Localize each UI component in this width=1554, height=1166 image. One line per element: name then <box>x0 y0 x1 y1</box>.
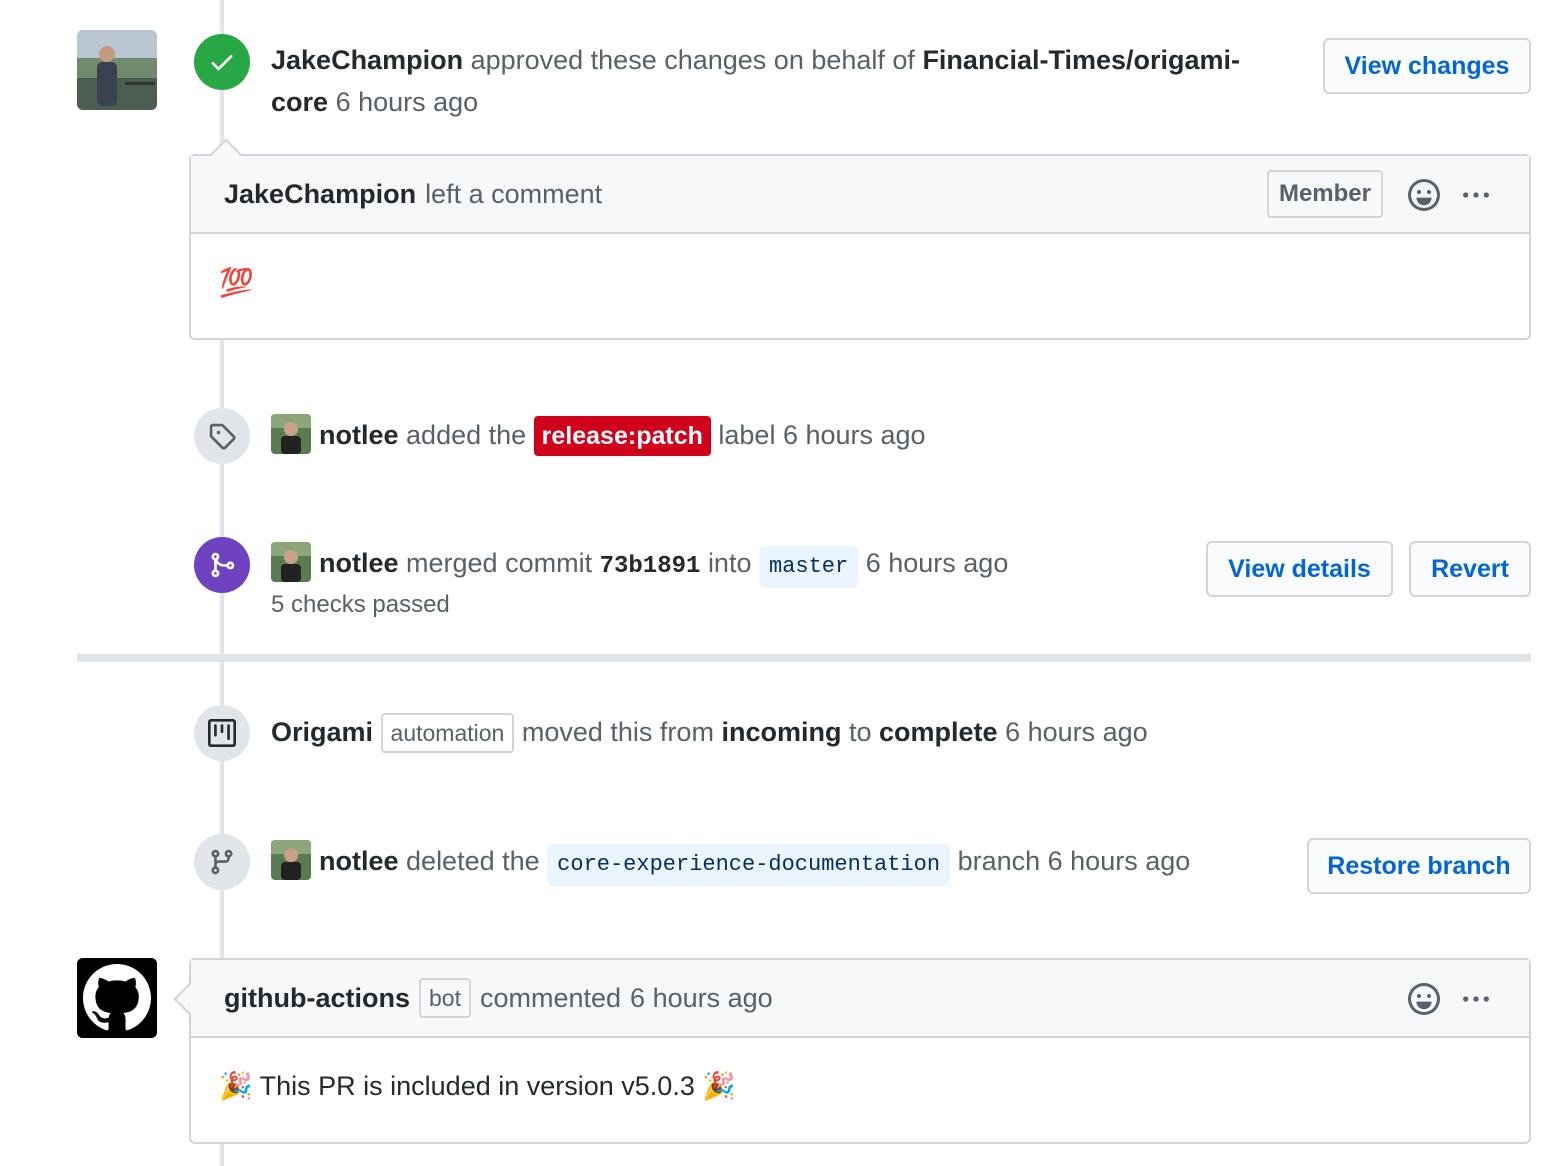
github-logo-icon <box>77 958 157 1038</box>
project-event-pre: moved this from <box>521 717 714 747</box>
label-event-pre: added the <box>406 420 527 450</box>
review-org[interactable]: Financial-Times/origami- <box>922 45 1240 75</box>
comment-author[interactable]: JakeChampion <box>224 179 416 210</box>
project-event-to-word: to <box>848 717 872 747</box>
comment-body-text: 🎉 This PR is included in version v5.0.3 … <box>219 1071 736 1101</box>
member-badge: Member <box>1266 170 1383 218</box>
merged-badge <box>194 537 250 593</box>
check-icon <box>211 55 233 71</box>
revert-button[interactable]: Revert <box>1409 541 1531 597</box>
comment-action: commented <box>479 982 622 1013</box>
merge-target-branch[interactable]: master <box>759 546 859 588</box>
avatar-github-actions[interactable] <box>77 958 157 1038</box>
timeline-divider <box>77 654 1531 662</box>
project-to-column: complete <box>879 717 998 747</box>
comment-box-jakechampion: JakeChampion left a comment Member 💯 <box>189 138 1531 340</box>
label-release-patch[interactable]: release:patch <box>533 416 711 456</box>
project-icon <box>208 719 236 747</box>
git-branch-icon <box>211 849 233 875</box>
comment-body: 💯 <box>191 234 1529 338</box>
delete-branch-text: notlee deleted the core-experience-docum… <box>271 839 1191 886</box>
comment-header: JakeChampion left a comment Member <box>191 156 1529 234</box>
comment-action: left a comment <box>425 178 603 209</box>
merge-event-pre: merged commit <box>406 548 593 578</box>
comment-body: 🎉 This PR is included in version v5.0.3 … <box>191 1038 1529 1142</box>
comment-time[interactable]: 6 hours ago <box>630 983 773 1014</box>
tag-icon <box>209 423 236 450</box>
review-action: approved these changes on behalf of <box>470 45 915 75</box>
view-changes-button[interactable]: View changes <box>1323 38 1531 94</box>
approved-badge <box>194 34 250 90</box>
label-event-post: label <box>718 420 776 450</box>
label-event-text: notlee added the release:patch label 6 h… <box>271 413 926 457</box>
merge-event-text: notlee merged commit 73b1891 into master… <box>271 541 1009 588</box>
merge-event-into: into <box>707 548 752 578</box>
comment-author[interactable]: github-actions <box>224 983 410 1014</box>
delete-branch-badge <box>194 834 250 890</box>
project-from-column: incoming <box>721 717 842 747</box>
deleted-branch-name: core-experience-documentation <box>547 844 951 886</box>
review-time[interactable]: 6 hours ago <box>336 87 479 117</box>
more-options-icon[interactable] <box>1459 982 1493 1016</box>
add-reaction-icon[interactable] <box>1407 178 1441 212</box>
project-event-time[interactable]: 6 hours ago <box>1005 717 1148 747</box>
review-org-cont[interactable]: core <box>271 87 328 117</box>
view-details-button[interactable]: View details <box>1206 541 1393 597</box>
label-event-author[interactable]: notlee <box>319 420 399 450</box>
label-event-badge <box>194 408 250 464</box>
merge-checks[interactable]: 5 checks passed <box>271 584 450 626</box>
add-reaction-icon[interactable] <box>1407 982 1441 1016</box>
avatar-notlee[interactable] <box>271 413 311 454</box>
delete-event-time[interactable]: 6 hours ago <box>1048 846 1191 876</box>
avatar-notlee[interactable] <box>271 839 311 880</box>
restore-branch-button[interactable]: Restore branch <box>1307 838 1531 894</box>
avatar-jakechampion[interactable] <box>77 30 157 110</box>
comment-body-text: 💯 <box>219 267 254 298</box>
project-event-author[interactable]: Origami <box>271 717 373 747</box>
merge-event-time[interactable]: 6 hours ago <box>866 548 1009 578</box>
git-merge-icon <box>211 552 235 578</box>
avatar-notlee[interactable] <box>271 541 311 582</box>
review-event-text: JakeChampion approved these changes on b… <box>271 39 1311 123</box>
delete-event-post: branch <box>957 846 1041 876</box>
label-event-time[interactable]: 6 hours ago <box>783 420 926 450</box>
project-event-text: Origami automation moved this from incom… <box>271 711 1148 753</box>
review-author[interactable]: JakeChampion <box>271 45 463 75</box>
comment-box-github-actions: github-actions bot commented 6 hours ago… <box>173 958 1531 1144</box>
project-event-badge <box>194 705 250 761</box>
bot-tag: bot <box>418 978 471 1018</box>
more-options-icon[interactable] <box>1459 178 1493 212</box>
automation-tag: automation <box>380 713 515 753</box>
merge-commit-sha[interactable]: 73b1891 <box>600 553 701 580</box>
delete-event-pre: deleted the <box>406 846 540 876</box>
comment-header: github-actions bot commented 6 hours ago <box>191 960 1529 1038</box>
delete-event-author[interactable]: notlee <box>319 846 399 876</box>
merge-event-author[interactable]: notlee <box>319 548 399 578</box>
